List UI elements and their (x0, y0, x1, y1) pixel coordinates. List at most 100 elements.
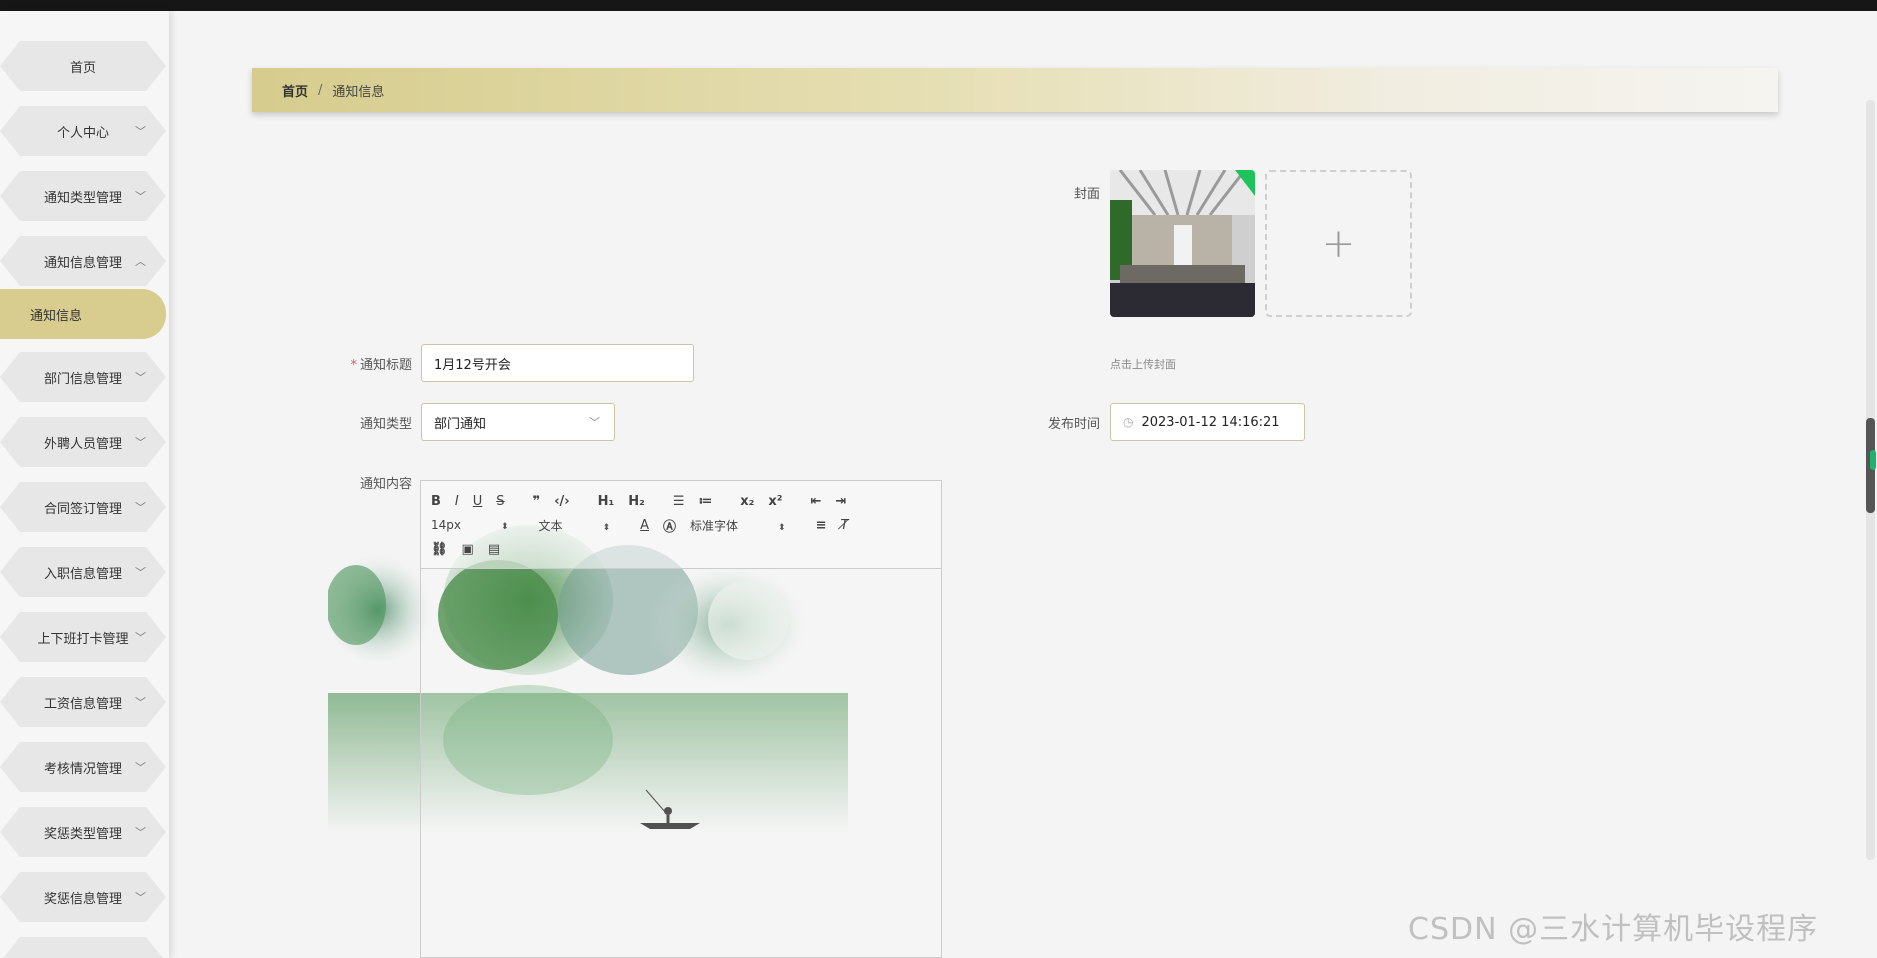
italic-icon[interactable]: I (455, 494, 459, 509)
menu-home[interactable]: 首页 (0, 41, 166, 91)
menu-notice-info[interactable]: 通知信息管理 ︿ (0, 236, 166, 286)
blockquote-icon[interactable]: ❞ (533, 494, 541, 509)
title-input[interactable]: 1月12号开会 (421, 344, 694, 382)
top-bar (0, 0, 1877, 11)
chevron-down-icon: ﹀ (135, 761, 146, 774)
menu-label: 首页 (69, 60, 96, 76)
watermark: CSDN @三水计算机毕设程序 (1408, 912, 1819, 947)
background-color-icon[interactable]: Ⓐ (663, 516, 676, 535)
title-label: * 通知标题 (340, 354, 412, 373)
menu-reward-type[interactable]: 奖惩类型管理 ﹀ (0, 807, 166, 857)
underline-icon[interactable]: U (473, 494, 483, 509)
header-select[interactable]: 文本 ⬍ (539, 517, 611, 534)
superscript-icon[interactable]: x² (768, 494, 782, 509)
menu-external-staff[interactable]: 外聘人员管理 ﹀ (0, 417, 166, 467)
chevron-down-icon: ﹀ (135, 190, 146, 203)
upload-cover-button[interactable]: + (1265, 170, 1412, 317)
rich-text-editor[interactable]: B I U S ❞ ‹/› H₁ H₂ ☰ ≔ x₂ x² ⇤ ⇥ 14px ⬍ … (420, 480, 942, 958)
scroll-indicator (1870, 450, 1876, 470)
title-label-text: 通知标题 (359, 358, 412, 373)
title-input-value: 1月12号开会 (434, 357, 511, 373)
menu-label: 通知信息管理 (43, 255, 122, 271)
font-size-value: 14px (431, 518, 461, 532)
chevron-down-icon: ﹀ (135, 371, 146, 384)
breadcrumb-separator: / (318, 82, 323, 98)
menu-attendance[interactable]: 上下班打卡管理 ﹀ (0, 612, 166, 662)
breadcrumb: 首页 / 通知信息 (252, 68, 1778, 112)
submenu-notice-info[interactable]: 通知信息 (0, 289, 166, 339)
chevron-down-icon: ﹀ (135, 631, 146, 644)
indent-icon[interactable]: ⇥ (835, 494, 846, 509)
publish-time-label: 发布时间 (1047, 417, 1100, 432)
menu-label: 入职信息管理 (43, 566, 122, 582)
menu-label: 通知类型管理 (43, 190, 122, 206)
chevron-down-icon: ﹀ (135, 696, 146, 709)
strikethrough-icon[interactable]: S (496, 494, 504, 509)
menu-label: 外聘人员管理 (43, 436, 122, 452)
chevron-down-icon: ﹀ (135, 501, 146, 514)
menu-label: 上下班打卡管理 (37, 631, 129, 647)
outdent-icon[interactable]: ⇤ (810, 494, 821, 509)
menu-label: 奖惩信息管理 (43, 891, 122, 907)
publish-time-picker[interactable]: ◷ 2023-01-12 14:16:21 (1110, 403, 1305, 441)
menu-label: 部门信息管理 (43, 371, 122, 387)
chevron-down-icon: ﹀ (135, 891, 146, 904)
link-icon[interactable]: ⛓ (431, 542, 448, 557)
ordered-list-icon[interactable]: ☰ (673, 494, 685, 509)
clear-format-icon[interactable]: T̸ (841, 518, 849, 533)
menu-label: 合同签订管理 (43, 501, 122, 517)
chevron-up-icon: ︿ (135, 255, 146, 268)
menu-reward-info[interactable]: 奖惩信息管理 ﹀ (0, 872, 166, 922)
menu-onboarding[interactable]: 入职信息管理 ﹀ (0, 547, 166, 597)
font-family-value: 标准字体 (690, 518, 739, 533)
type-select-value: 部门通知 (434, 416, 487, 432)
bullet-list-icon[interactable]: ≔ (698, 494, 712, 509)
font-size-select[interactable]: 14px ⬍ (431, 518, 509, 532)
select-caret-icon: ⬍ (778, 522, 786, 533)
publish-time-value: 2023-01-12 14:16:21 (1141, 414, 1280, 430)
upload-tip: 点击上传封面 (1110, 358, 1176, 371)
cover-image[interactable] (1110, 170, 1255, 317)
menu-label: 个人中心 (56, 125, 109, 141)
chevron-down-icon: ﹀ (135, 826, 146, 839)
required-mark: * (350, 358, 357, 373)
menu-department[interactable]: 部门信息管理 ﹀ (0, 352, 166, 402)
subscript-icon[interactable]: x₂ (740, 494, 754, 509)
chevron-down-icon: ﹀ (135, 436, 146, 449)
heading2-icon[interactable]: H₂ (628, 494, 645, 509)
menu-contract[interactable]: 合同签订管理 ﹀ (0, 482, 166, 532)
image-icon[interactable]: ▣ (462, 542, 474, 557)
code-icon[interactable]: ‹/› (554, 494, 569, 509)
font-family-select[interactable]: 标准字体 ⬍ (690, 517, 786, 534)
content-label: 通知内容 (359, 477, 412, 492)
breadcrumb-current: 通知信息 (332, 84, 385, 100)
bold-icon[interactable]: B (431, 494, 441, 509)
menu-salary[interactable]: 工资信息管理 ﹀ (0, 677, 166, 727)
editor-toolbar: B I U S ❞ ‹/› H₁ H₂ ☰ ≔ x₂ x² ⇤ ⇥ 14px ⬍ … (421, 481, 941, 569)
video-icon[interactable]: ▤ (488, 542, 500, 557)
select-caret-icon: ⬍ (602, 522, 611, 533)
align-icon[interactable]: ≡ (816, 518, 827, 533)
office-photo (1110, 170, 1255, 317)
type-label: 通知类型 (359, 417, 412, 432)
plus-icon: + (1321, 220, 1356, 267)
clock-icon: ◷ (1123, 415, 1134, 429)
type-select[interactable]: 部门通知 ﹀ (421, 403, 615, 441)
breadcrumb-home[interactable]: 首页 (282, 81, 308, 100)
select-caret-icon: ⬍ (501, 522, 509, 532)
menu-assessment[interactable]: 考核情况管理 ﹀ (0, 742, 166, 792)
header-select-value: 文本 (538, 518, 563, 533)
menu-label: 通知信息 (30, 308, 83, 324)
chevron-down-icon: ﹀ (135, 566, 146, 579)
sidebar: 首页 个人中心 ﹀ 通知类型管理 ﹀ 通知信息管理 ︿ 通知信息 部门信息管理 ﹀ 外聘… (0, 11, 169, 958)
menu-personal-center[interactable]: 个人中心 ﹀ (0, 106, 166, 156)
heading1-icon[interactable]: H₁ (598, 494, 615, 509)
menu-notice-type[interactable]: 通知类型管理 ﹀ (0, 171, 166, 221)
cover-label: 封面 (1073, 187, 1100, 202)
menu-label: 工资信息管理 (43, 696, 122, 712)
font-color-icon[interactable]: A (640, 518, 649, 533)
chevron-down-icon: ﹀ (589, 416, 600, 429)
menu-label: 奖惩类型管理 (43, 826, 122, 842)
chevron-down-icon: ﹀ (135, 125, 146, 138)
menu-more[interactable] (0, 937, 166, 958)
